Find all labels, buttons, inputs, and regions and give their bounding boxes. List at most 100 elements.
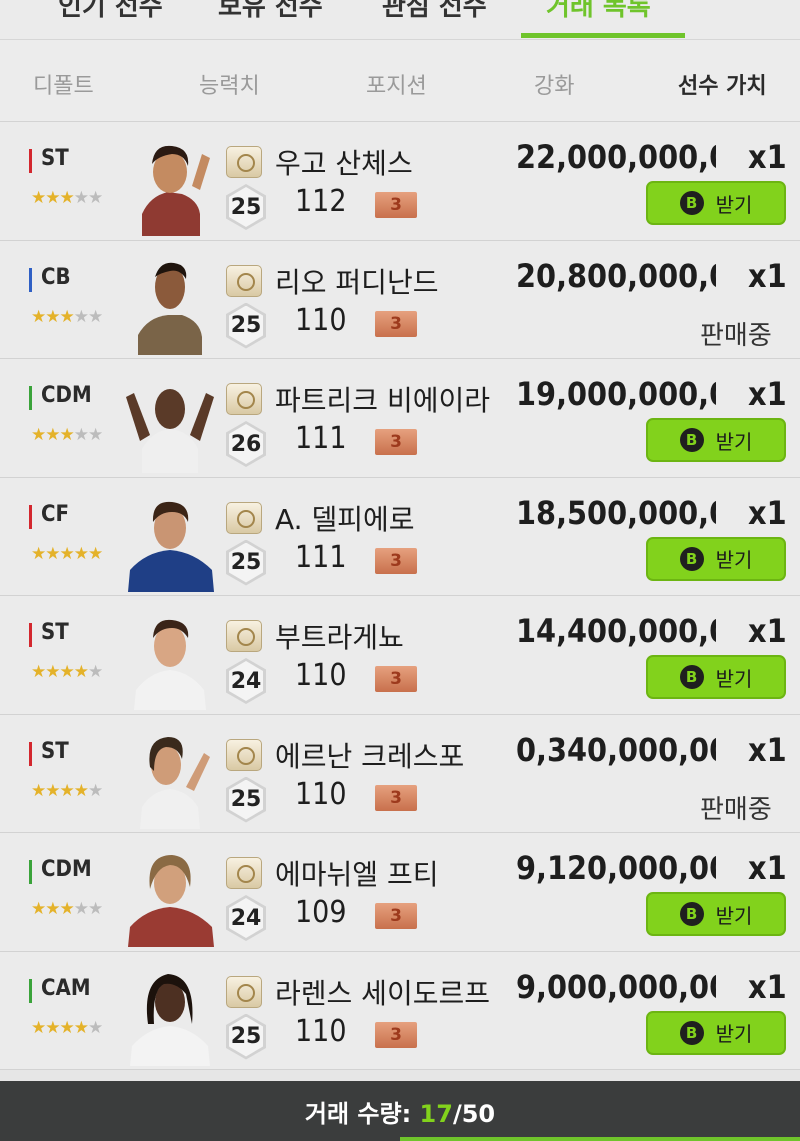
- player-name: 부트라게뇨: [275, 621, 404, 654]
- position-color-bar: [29, 267, 32, 292]
- receive-button-label: 받기: [715, 903, 753, 928]
- receive-button-label: 받기: [715, 548, 753, 572]
- player-portrait: [130, 973, 210, 1066]
- star-filled-icon: ★: [45, 1017, 60, 1038]
- sort-default[interactable]: 디폴트: [33, 68, 94, 100]
- player-overall: 110: [295, 1013, 347, 1049]
- overall-badge-value: 24: [229, 898, 263, 938]
- receive-button[interactable]: B 받기: [646, 418, 786, 462]
- star-empty-icon: ★: [73, 899, 89, 919]
- trade-count-current: 17: [419, 1099, 453, 1128]
- star-empty-icon: ★: [88, 1017, 103, 1038]
- player-position: ST: [41, 146, 69, 171]
- sort-enhancement[interactable]: 강화: [534, 68, 574, 100]
- player-portrait: [134, 619, 206, 710]
- tab-trade-list[interactable]: 거래 목록: [546, 0, 651, 26]
- player-price: 9,120,000,000: [516, 849, 716, 887]
- receive-button[interactable]: B 받기: [646, 181, 786, 225]
- player-position: ST: [41, 738, 69, 764]
- player-overall: 110: [295, 302, 347, 338]
- overall-badge-value: 25: [229, 779, 263, 820]
- star-filled-icon: ★: [45, 306, 60, 327]
- star-empty-icon: ★: [73, 306, 89, 327]
- star-empty-icon: ★: [88, 662, 103, 682]
- player-quantity: x1: [748, 849, 787, 887]
- trade-count-label: 거래 수량:: [304, 1099, 420, 1128]
- trade-row[interactable]: CAM ★★★★★ 25 라렌스 세이도르프 110 3 9,000,000,0…: [0, 951, 800, 1070]
- season-icon: [226, 146, 262, 178]
- player-name: 파트리크 비에이라: [275, 384, 490, 417]
- receive-button[interactable]: B 받기: [646, 1010, 786, 1055]
- star-filled-icon: ★: [59, 899, 75, 919]
- overall-badge-value: 24: [229, 661, 263, 701]
- player-portrait: [140, 736, 210, 829]
- enhancement-grade: 3: [375, 429, 417, 455]
- enhancement-grade: 3: [375, 666, 417, 692]
- trade-row[interactable]: ST ★★★★★ 25 에르난 크레스포 110 3 0,340,000,000…: [0, 714, 800, 833]
- star-empty-icon: ★: [88, 780, 103, 801]
- player-overall: 112: [295, 184, 347, 219]
- star-filled-icon: ★: [31, 780, 46, 801]
- trade-row[interactable]: CDM ★★★★★ 24 에마뉘엘 프티 109 3 9,120,000,000…: [0, 833, 800, 952]
- trade-row[interactable]: ST ★★★★★ 25 우고 산체스 112 3 22,000,000,00 x…: [0, 122, 800, 241]
- on-sale-status: 판매중: [700, 320, 772, 351]
- star-filled-icon: ★: [73, 1017, 89, 1038]
- sort-bar: 디폴트 능력치 포지션 강화 선수 가치: [0, 40, 800, 122]
- tab-popular[interactable]: 인기 선수: [58, 0, 163, 26]
- player-quantity: x1: [748, 256, 787, 295]
- star-rating: ★★★★★: [31, 188, 103, 208]
- overall-badge-value: 25: [229, 187, 263, 227]
- trade-row[interactable]: CF ★★★★★ 25 A. 델피에로 111 3 18,500,000,000…: [0, 477, 800, 596]
- star-filled-icon: ★: [45, 425, 60, 445]
- star-filled-icon: ★: [31, 543, 46, 564]
- receive-button[interactable]: B 받기: [646, 892, 786, 936]
- coin-icon: B: [679, 665, 704, 689]
- star-rating: ★★★★★: [31, 662, 103, 682]
- position-color-bar: [29, 860, 32, 884]
- star-filled-icon: ★: [31, 899, 46, 919]
- player-position: CF: [41, 501, 70, 527]
- sort-player-value[interactable]: 선수 가치: [678, 68, 767, 100]
- player-price: 20,800,000,00: [516, 256, 716, 295]
- player-overall: 111: [295, 539, 347, 575]
- enhancement-grade: 3: [375, 547, 417, 574]
- season-icon: [226, 264, 262, 297]
- season-icon: [226, 738, 262, 771]
- receive-button[interactable]: B 받기: [646, 655, 786, 699]
- player-overall: 110: [295, 658, 347, 693]
- trade-count-separator: /: [452, 1099, 462, 1128]
- star-filled-icon: ★: [31, 188, 46, 208]
- overall-badge-value: 25: [229, 542, 263, 583]
- player-quantity: x1: [748, 493, 787, 532]
- star-empty-icon: ★: [88, 188, 103, 208]
- star-empty-icon: ★: [73, 425, 89, 445]
- star-filled-icon: ★: [31, 1017, 46, 1038]
- star-filled-icon: ★: [45, 780, 60, 801]
- star-filled-icon: ★: [88, 543, 103, 564]
- trade-row[interactable]: CB ★★★★★ 25 리오 퍼디난드 110 3 20,800,000,00 …: [0, 240, 800, 359]
- sort-position[interactable]: 포지션: [366, 68, 427, 100]
- tab-owned[interactable]: 보유 선수: [218, 0, 323, 26]
- player-position: CAM: [41, 975, 91, 1001]
- player-name: 리오 퍼디난드: [275, 265, 439, 299]
- star-filled-icon: ★: [59, 425, 75, 445]
- receive-button[interactable]: B 받기: [646, 536, 786, 581]
- overall-badge: 25: [226, 776, 266, 823]
- tab-watchlist[interactable]: 관심 선수: [382, 0, 487, 26]
- star-filled-icon: ★: [31, 425, 46, 445]
- player-price: 0,340,000,000: [516, 730, 716, 769]
- star-rating: ★★★★★: [31, 543, 103, 564]
- trade-row[interactable]: ST ★★★★★ 24 부트라게뇨 110 3 14,400,000,000 x…: [0, 596, 800, 715]
- sort-ability[interactable]: 능력치: [199, 68, 260, 100]
- trade-row[interactable]: CDM ★★★★★ 26 파트리크 비에이라 111 3 19,000,000,…: [0, 359, 800, 478]
- coin-icon: B: [679, 1020, 704, 1045]
- coin-icon: B: [679, 902, 704, 926]
- season-icon: [226, 975, 262, 1008]
- star-filled-icon: ★: [45, 543, 60, 564]
- star-filled-icon: ★: [59, 1017, 75, 1038]
- footer-accent-line: [400, 1137, 800, 1141]
- player-name: 에마뉘엘 프티: [275, 858, 439, 891]
- overall-badge-value: 25: [229, 1016, 263, 1057]
- enhancement-grade: 3: [375, 784, 417, 811]
- enhancement-grade: 3: [375, 1021, 417, 1048]
